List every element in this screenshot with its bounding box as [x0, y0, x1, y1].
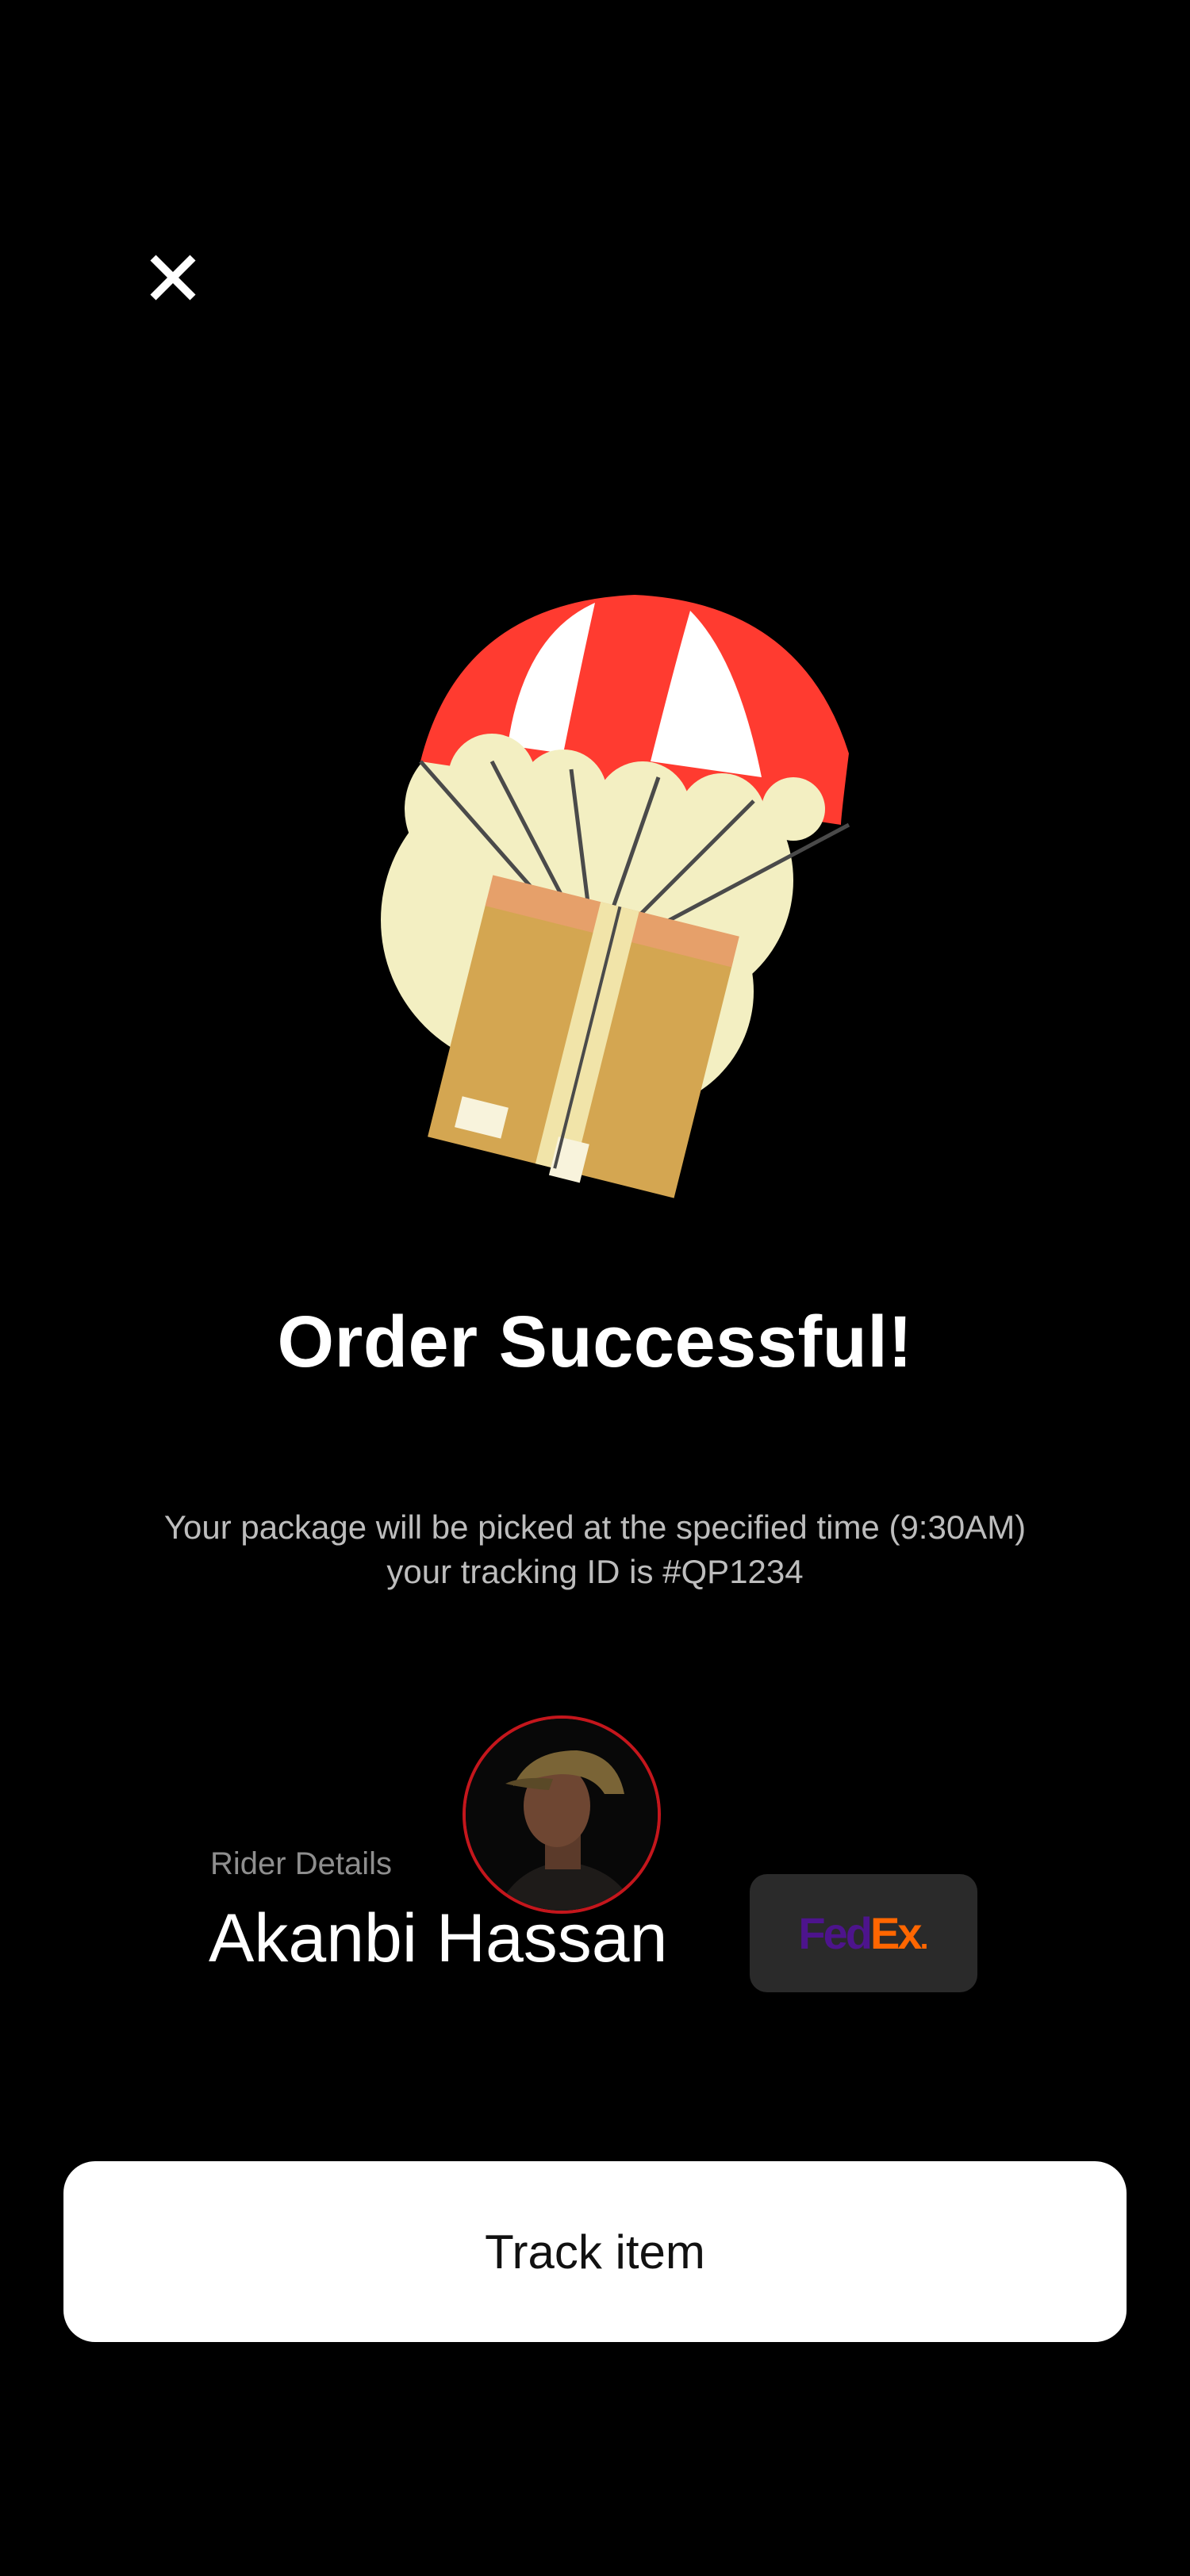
- fedex-logo-dot: .: [919, 1920, 929, 1956]
- page-title: Order Successful!: [277, 1301, 913, 1382]
- hero-illustration: [333, 579, 873, 1245]
- fedex-logo: FedEx.: [798, 1911, 928, 1956]
- confirmation-message-line2: your tracking ID is #QP1234: [386, 1553, 804, 1590]
- close-icon: [150, 255, 196, 301]
- rider-name: Akanbi Hassan: [209, 1900, 668, 1976]
- track-item-button[interactable]: Track item: [63, 2161, 1127, 2342]
- rider-details-label: Rider Details: [210, 1846, 392, 1881]
- confirmation-message-line1: Your package will be picked at the speci…: [163, 1508, 1027, 1546]
- carrier-badge: FedEx.: [750, 1874, 977, 1992]
- fedex-logo-ex: Ex: [869, 1907, 922, 1958]
- confirmation-message: Your package will be picked at the speci…: [79, 1505, 1111, 1594]
- track-item-label: Track item: [485, 2225, 705, 2279]
- rider-photo: [466, 1719, 658, 1911]
- rider-avatar: [463, 1715, 661, 1914]
- parachute-package-illustration: [381, 595, 850, 1198]
- fedex-logo-fed: Fed: [798, 1907, 873, 1958]
- close-button[interactable]: [133, 238, 213, 317]
